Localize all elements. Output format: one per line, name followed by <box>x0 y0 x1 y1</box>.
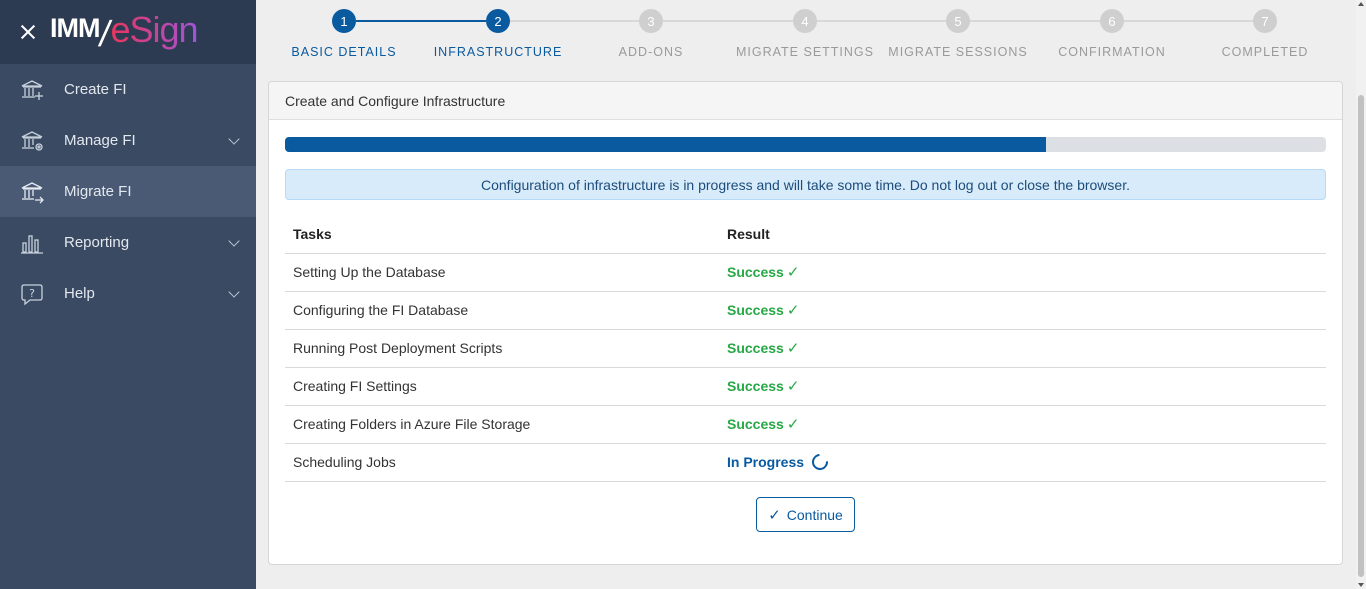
help-bubble-icon: ? <box>20 282 44 306</box>
step-completed: 7 COMPLETED <box>1185 9 1345 59</box>
progress-bar-fill <box>285 137 1046 152</box>
step-label: COMPLETED <box>1221 45 1309 59</box>
step-label: CONFIRMATION <box>1058 45 1166 59</box>
scroll-thumb[interactable] <box>1358 95 1364 577</box>
sidebar-item-reporting[interactable]: Reporting <box>0 217 256 268</box>
bank-add-icon <box>20 78 44 102</box>
sidebar-item-migrate-fi[interactable]: Migrate FI <box>0 166 256 217</box>
table-header-row: Tasks Result <box>285 215 1326 254</box>
sidebar-item-create-fi[interactable]: Create FI <box>0 64 256 115</box>
checkmark-icon: ✓ <box>786 416 800 433</box>
task-name: Setting Up the Database <box>285 253 719 292</box>
chevron-down-icon <box>228 286 240 298</box>
step-label: BASIC DETAILS <box>291 45 397 59</box>
task-name: Running Post Deployment Scripts <box>285 329 719 368</box>
task-result: Success ✓ <box>719 405 1326 444</box>
checkmark-icon: ✓ <box>786 264 800 281</box>
step-migrate-sessions: 5 MIGRATE SESSIONS <box>878 9 1038 59</box>
step-number: 4 <box>793 9 817 33</box>
result-text: Success <box>727 416 784 432</box>
step-number: 3 <box>639 9 663 33</box>
task-name: Scheduling Jobs <box>285 443 719 482</box>
table-row: Configuring the FI Database Success ✓ <box>285 291 1326 330</box>
close-icon[interactable] <box>18 22 38 42</box>
table-row: Running Post Deployment Scripts Success ✓ <box>285 329 1326 368</box>
scroll-up-arrow-icon[interactable] <box>1358 2 1364 6</box>
checkmark-icon: ✓ <box>786 302 800 319</box>
table-row: Creating FI Settings Success ✓ <box>285 367 1326 406</box>
spinner-icon <box>808 450 832 474</box>
step-confirmation: 6 CONFIRMATION <box>1032 9 1192 59</box>
result-text: Success <box>727 340 784 356</box>
step-migrate-settings: 4 MIGRATE SETTINGS <box>725 9 885 59</box>
task-result: Success ✓ <box>719 329 1326 368</box>
step-number: 5 <box>946 9 970 33</box>
continue-label: Continue <box>786 506 843 523</box>
sidebar-item-help[interactable]: ? Help <box>0 268 256 319</box>
step-number: 6 <box>1100 9 1124 33</box>
checkmark-icon: ✓ <box>768 506 781 524</box>
task-result: Success ✓ <box>719 367 1326 406</box>
bar-chart-icon <box>20 231 44 255</box>
logo-esign: eSign <box>110 9 199 50</box>
sidebar-item-label: Migrate FI <box>64 183 132 200</box>
step-label: MIGRATE SESSIONS <box>888 45 1028 59</box>
logo-imm: IMM <box>50 13 100 43</box>
sidebar-item-label: Help <box>64 285 95 302</box>
result-text: Success <box>727 264 784 280</box>
result-text: Success <box>727 378 784 394</box>
result-text: In Progress <box>727 454 805 470</box>
step-label: MIGRATE SETTINGS <box>736 45 874 59</box>
step-number: 1 <box>332 9 356 33</box>
card-title: Create and Configure Infrastructure <box>269 82 1342 120</box>
step-number: 2 <box>486 9 510 33</box>
bank-gear-icon <box>20 129 44 153</box>
tasks-table: Tasks Result Setting Up the Database Suc… <box>285 215 1326 482</box>
sidebar-item-label: Manage FI <box>64 132 136 149</box>
checkmark-icon: ✓ <box>786 378 800 395</box>
step-label: ADD-ONS <box>618 45 684 59</box>
logo: IMM / eSign <box>50 9 199 55</box>
bank-arrow-icon <box>20 180 44 204</box>
task-name: Creating FI Settings <box>285 367 719 406</box>
step-infrastructure[interactable]: 2 INFRASTRUCTURE <box>418 9 578 59</box>
sidebar: IMM / eSign Create FI Manage FI Migrate … <box>0 0 256 589</box>
task-result: Success ✓ <box>719 253 1326 292</box>
wizard-stepper: 1 BASIC DETAILS 2 INFRASTRUCTURE 3 ADD-O… <box>268 0 1344 72</box>
task-result: In Progress <box>719 443 1326 482</box>
task-name: Creating Folders in Azure File Storage <box>285 405 719 444</box>
result-text: Success <box>727 302 784 318</box>
table-row: Setting Up the Database Success ✓ <box>285 253 1326 292</box>
sidebar-item-manage-fi[interactable]: Manage FI <box>0 115 256 166</box>
checkmark-icon: ✓ <box>786 340 800 357</box>
chevron-down-icon <box>228 133 240 145</box>
info-alert: Configuration of infrastructure is in pr… <box>285 169 1326 200</box>
svg-text:?: ? <box>29 287 35 300</box>
scroll-down-arrow-icon[interactable] <box>1358 583 1364 587</box>
sidebar-item-label: Reporting <box>64 234 130 251</box>
chevron-down-icon <box>228 235 240 247</box>
table-row: Creating Folders in Azure File Storage S… <box>285 405 1326 444</box>
step-number: 7 <box>1253 9 1277 33</box>
progress-bar <box>285 137 1326 152</box>
task-result: Success ✓ <box>719 291 1326 330</box>
infrastructure-card: Create and Configure Infrastructure Conf… <box>268 81 1343 565</box>
task-name: Configuring the FI Database <box>285 291 719 330</box>
page-scrollbar[interactable] <box>1356 0 1366 589</box>
column-header-result: Result <box>719 215 1326 254</box>
column-header-tasks: Tasks <box>285 215 719 254</box>
brand-bar: IMM / eSign <box>0 0 256 64</box>
continue-button[interactable]: ✓ Continue <box>756 497 855 532</box>
step-label: INFRASTRUCTURE <box>433 45 563 59</box>
table-row: Scheduling Jobs In Progress <box>285 443 1326 482</box>
step-basic-details[interactable]: 1 BASIC DETAILS <box>264 9 424 59</box>
step-add-ons: 3 ADD-ONS <box>571 9 731 59</box>
sidebar-item-label: Create FI <box>64 81 127 98</box>
